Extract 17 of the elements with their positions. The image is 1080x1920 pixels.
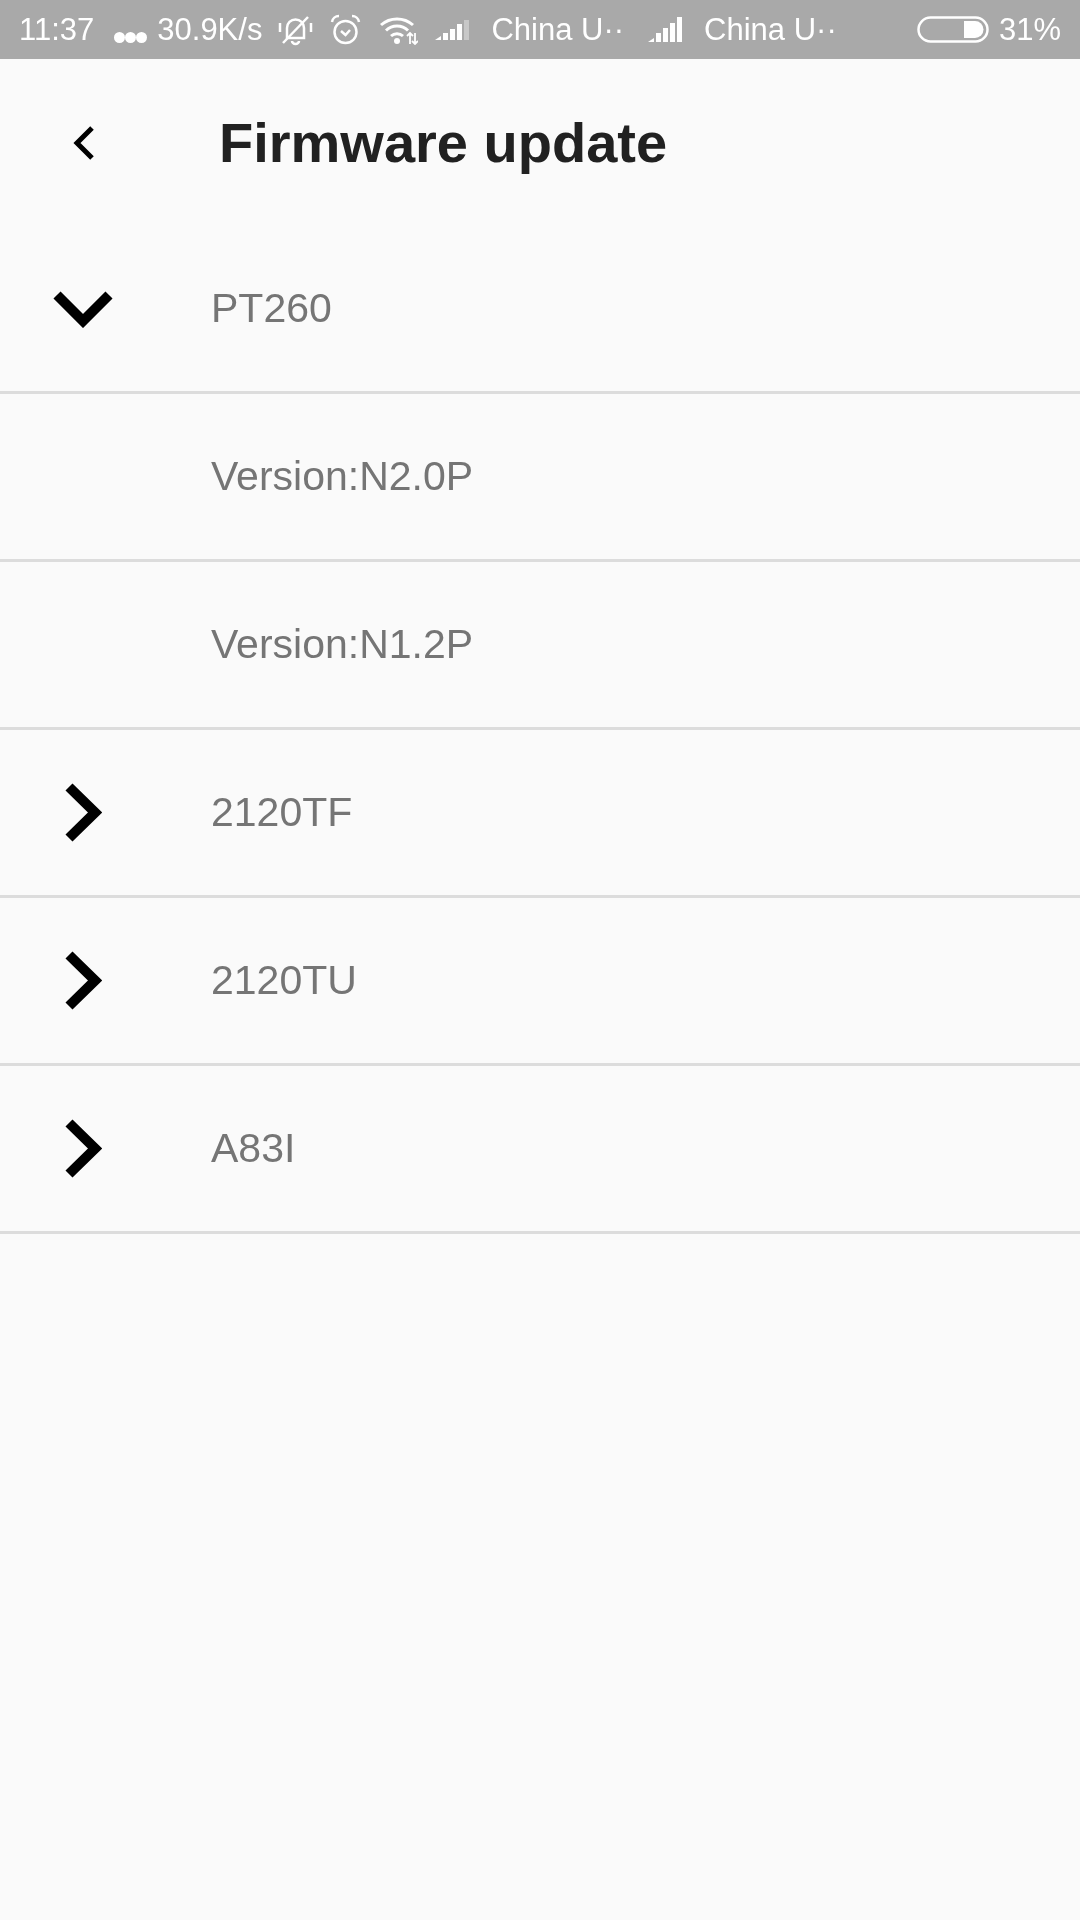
version-label[interactable]: Version:N2.0P <box>211 453 474 500</box>
alarm-clock-icon <box>330 13 362 46</box>
network-speed: 30.9K/s <box>157 14 263 45</box>
carrier-name: China U·· <box>491 14 625 45</box>
battery-icon <box>916 16 989 43</box>
battery-percent: 31% <box>998 14 1061 45</box>
carrier-name: China U·· <box>704 14 837 45</box>
page-title: Firmware update <box>219 110 668 175</box>
version-label[interactable]: Version:N1.2P <box>211 621 474 668</box>
back-icon <box>72 124 96 161</box>
status-time: 11:37 <box>19 14 95 45</box>
device-name[interactable]: A83I <box>211 1125 296 1172</box>
device-name[interactable]: 2120TF <box>211 789 353 836</box>
more-dots-icon <box>114 32 148 43</box>
wifi-icon <box>379 14 419 45</box>
device-name[interactable]: PT260 <box>211 285 332 332</box>
device-name[interactable]: 2120TU <box>211 957 357 1004</box>
